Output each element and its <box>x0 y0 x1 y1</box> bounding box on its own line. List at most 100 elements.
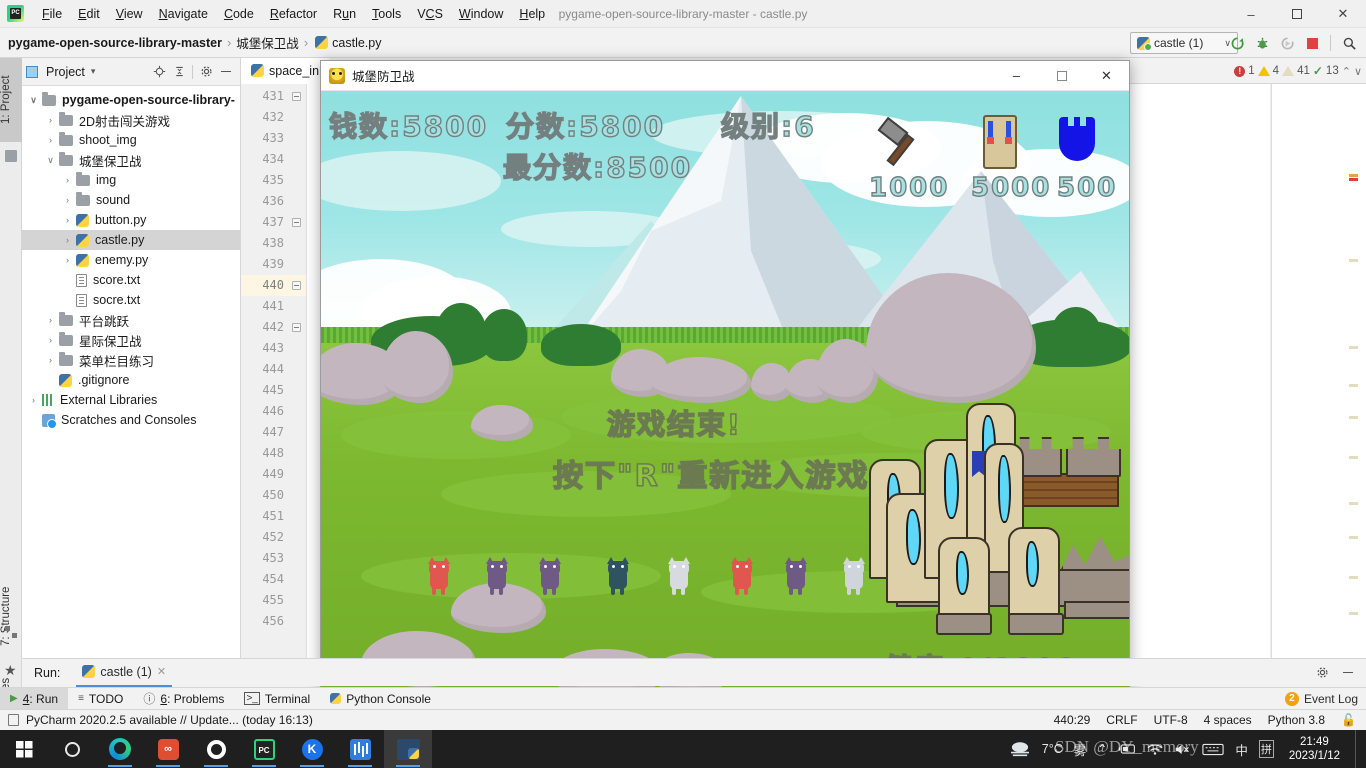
taskbar-audio[interactable] <box>336 730 384 768</box>
menu-view[interactable]: View <box>108 3 151 25</box>
python-interpreter[interactable]: Python 3.8 <box>1268 713 1325 727</box>
weather-description[interactable]: 雾 <box>1074 740 1087 759</box>
line-number[interactable]: 440 <box>241 275 306 296</box>
menu-code[interactable]: Code <box>216 3 262 25</box>
tree-item[interactable]: › img <box>22 170 240 190</box>
menu-edit[interactable]: Edit <box>70 3 108 25</box>
search-icon[interactable] <box>1338 31 1360 55</box>
rerun-icon[interactable] <box>1226 31 1248 55</box>
game-minimize-button[interactable]: – <box>994 61 1039 91</box>
tool-window-run[interactable]: ▶ 4: Run <box>0 687 69 710</box>
gutter-marker[interactable] <box>1349 174 1358 177</box>
line-number[interactable]: 444 <box>241 359 306 380</box>
volume-mute-icon[interactable] <box>1174 743 1191 756</box>
line-number[interactable]: 438 <box>241 233 306 254</box>
chevron-up-icon[interactable]: ⌃ <box>1342 65 1351 78</box>
taskbar-clock[interactable]: 21:49 2023/1/12 <box>1285 735 1344 763</box>
line-number[interactable]: 450 <box>241 485 306 506</box>
tree-item[interactable]: score.txt <box>22 270 240 290</box>
line-number[interactable]: 434 <box>241 149 306 170</box>
indent-setting[interactable]: 4 spaces <box>1204 713 1252 727</box>
tree-item[interactable]: ∨ pygame-open-source-library- <box>22 90 240 110</box>
collapse-all-icon[interactable] <box>169 61 189 83</box>
gutter-marker[interactable] <box>1349 612 1358 615</box>
weather-temperature[interactable]: 7°C <box>1042 742 1063 756</box>
line-number[interactable]: 445 <box>241 380 306 401</box>
breadcrumb-folder[interactable]: 城堡保卫战 <box>236 33 299 52</box>
tool-window-terminal[interactable]: >_ Terminal <box>234 688 320 710</box>
editor-tab-space-invaders[interactable]: space_in <box>241 57 330 84</box>
status-message-area[interactable]: PyCharm 2020.2.5 available // Update... … <box>0 713 313 727</box>
hide-panel-icon[interactable] <box>1338 662 1358 684</box>
chevron-down-icon[interactable]: ∨ <box>1354 65 1362 78</box>
line-number[interactable]: 448 <box>241 443 306 464</box>
wifi-icon[interactable] <box>1147 743 1163 756</box>
code-fold-marker[interactable] <box>292 218 301 227</box>
run-configuration-selector[interactable]: castle (1) ∨ <box>1130 32 1238 54</box>
tree-item[interactable]: › sound <box>22 190 240 210</box>
chevron-right-icon[interactable]: › <box>62 195 73 206</box>
line-number[interactable]: 436 <box>241 191 306 212</box>
line-number[interactable]: 435 <box>241 170 306 191</box>
menu-tools[interactable]: Tools <box>364 3 409 25</box>
line-number[interactable]: 442 <box>241 317 306 338</box>
chevron-right-icon[interactable]: › <box>62 215 73 226</box>
window-minimize-button[interactable]: – <box>1228 0 1274 28</box>
tree-item[interactable]: › 平台跳跃 <box>22 310 240 330</box>
line-number[interactable]: 441 <box>241 296 306 317</box>
line-number[interactable]: 433 <box>241 128 306 149</box>
menu-refactor[interactable]: Refactor <box>262 3 325 25</box>
chevron-right-icon[interactable]: › <box>45 355 56 366</box>
line-number[interactable]: 446 <box>241 401 306 422</box>
line-number[interactable]: 453 <box>241 548 306 569</box>
line-number[interactable]: 456 <box>241 611 306 632</box>
gutter-marker[interactable] <box>1349 346 1358 349</box>
gutter-marker[interactable] <box>1349 502 1358 505</box>
chevron-right-icon[interactable]: › <box>45 115 56 126</box>
menu-file[interactable]: File <box>34 3 70 25</box>
tree-item[interactable]: › 菜单栏目练习 <box>22 350 240 370</box>
chevron-right-icon[interactable]: › <box>45 315 56 326</box>
line-number[interactable]: 449 <box>241 464 306 485</box>
line-number[interactable]: 437 <box>241 212 306 233</box>
chevron-right-icon[interactable]: › <box>62 235 73 246</box>
line-number[interactable]: 451 <box>241 506 306 527</box>
gutter-marker[interactable] <box>1349 456 1358 459</box>
file-encoding[interactable]: UTF-8 <box>1154 713 1188 727</box>
menu-navigate[interactable]: Navigate <box>151 3 216 25</box>
menu-vcs[interactable]: VCS <box>409 3 451 25</box>
event-log-area[interactable]: 2 Event Log <box>1284 691 1366 706</box>
tool-window-python-console[interactable]: Python Console <box>320 688 441 710</box>
tree-item[interactable]: socre.txt <box>22 290 240 310</box>
tree-item[interactable]: Scratches and Consoles <box>22 410 240 430</box>
inspection-widget[interactable]: ! 1 4 41 ✓ 13 ⌃ ∨ <box>1234 64 1362 78</box>
code-fold-marker[interactable] <box>292 92 301 101</box>
chevron-right-icon[interactable]: › <box>62 255 73 266</box>
menu-run[interactable]: Run <box>325 3 364 25</box>
locate-icon[interactable] <box>149 61 169 83</box>
breadcrumb-project[interactable]: pygame-open-source-library-master <box>8 36 222 50</box>
tree-item[interactable]: › enemy.py <box>22 250 240 270</box>
taskbar-pycharm[interactable]: PC <box>240 730 288 768</box>
line-number[interactable]: 431 <box>241 86 306 107</box>
tool-window-problems[interactable]: ⓘ 6: Problems <box>133 688 234 710</box>
tree-item[interactable]: .gitignore <box>22 370 240 390</box>
chevron-right-icon[interactable]: › <box>45 335 56 346</box>
gutter-marker[interactable] <box>1349 259 1358 262</box>
line-number[interactable]: 439 <box>241 254 306 275</box>
tree-item[interactable]: › button.py <box>22 210 240 230</box>
close-icon[interactable]: ✕ <box>157 665 166 678</box>
taskbar-settings[interactable] <box>192 730 240 768</box>
gutter-marker[interactable] <box>1349 384 1358 387</box>
lock-icon[interactable]: 🔓 <box>1341 713 1356 727</box>
taskbar-kugou[interactable]: K <box>288 730 336 768</box>
chevron-right-icon[interactable]: › <box>28 395 39 406</box>
gutter-marker[interactable] <box>1349 536 1358 539</box>
window-maximize-button[interactable] <box>1274 0 1320 28</box>
chevron-right-icon[interactable]: › <box>62 175 73 186</box>
sidebar-item-structure[interactable]: 7: Structure <box>0 568 22 664</box>
line-number[interactable]: 454 <box>241 569 306 590</box>
game-maximize-button[interactable] <box>1039 61 1084 91</box>
game-canvas[interactable]: 钱数:5800 分数:5800 级别:6 最分数:8500 1000 5000 … <box>321 91 1129 692</box>
line-separator[interactable]: CRLF <box>1106 713 1137 727</box>
